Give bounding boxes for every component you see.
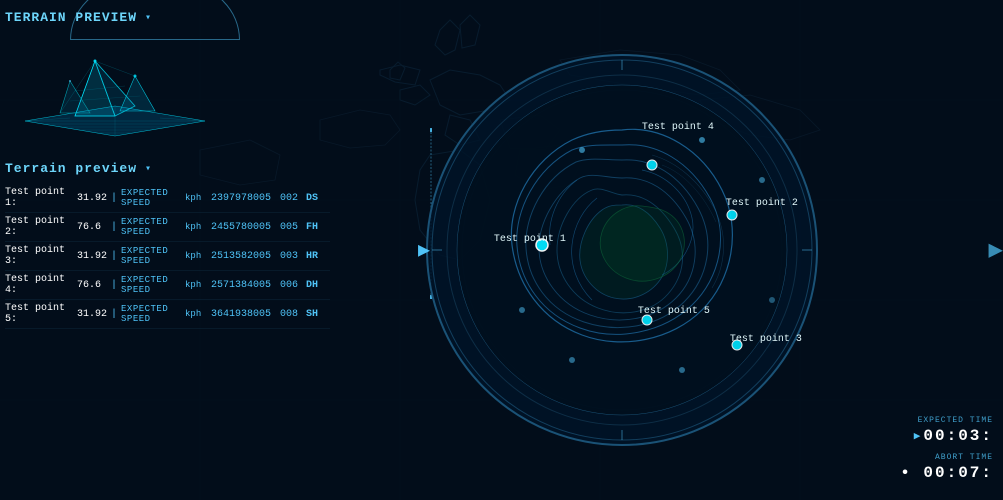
table-row: Test point 4: 76.6 | EXPECTED SPEED kph …	[5, 271, 330, 300]
seq-num-3: 006	[280, 280, 302, 291]
seq-num-4: 008	[280, 309, 302, 320]
code-3: DH	[306, 280, 318, 291]
table-row: Test point 1: 31.92 | EXPECTED SPEED kph…	[5, 184, 330, 213]
expected-label-4: EXPECTED SPEED	[121, 304, 181, 324]
expected-time-value: 00:03:	[923, 427, 993, 445]
expected-label-3: EXPECTED SPEED	[121, 275, 181, 295]
id-num-4: 3641938005	[211, 309, 276, 320]
point-name-0: Test point 1:	[5, 187, 73, 209]
abort-time-value: • 00:07:	[900, 464, 993, 482]
unit-0: kph	[185, 193, 207, 203]
test-point-labels-overlay: Test point 4 Test point 2 Test point 1 T…	[422, 50, 822, 450]
code-0: DS	[306, 193, 318, 204]
data-table: Test point 1: 31.92 | EXPECTED SPEED kph…	[5, 184, 330, 329]
code-1: FH	[306, 222, 318, 233]
id-num-3: 2571384005	[211, 280, 276, 291]
abort-time-section: ABORT TIME • 00:07:	[893, 453, 993, 482]
terrain-3d-preview	[15, 31, 215, 151]
seq-num-0: 002	[280, 193, 302, 204]
separator-2: |	[111, 251, 117, 262]
expected-time-section: EXPECTED TIME ▶ 00:03:	[893, 416, 993, 445]
expected-time-label: EXPECTED TIME	[893, 416, 993, 425]
speed-value-0: 31.92	[77, 193, 107, 204]
separator-1: |	[111, 222, 117, 233]
unit-4: kph	[185, 309, 207, 319]
data-section: Terrain preview ▾ Test point 1: 31.92 | …	[5, 161, 330, 329]
terrain-label-text-2: Terrain preview	[5, 161, 137, 176]
left-panel: Terrain preview ▾	[0, 0, 340, 500]
terrain-preview-label-1: Terrain preview ▾	[5, 10, 330, 25]
speed-value-3: 76.6	[77, 280, 107, 291]
speed-value-1: 76.6	[77, 222, 107, 233]
terrain-preview-label-2: Terrain preview ▾	[5, 161, 330, 176]
expected-label-1: EXPECTED SPEED	[121, 217, 181, 237]
terrain-label-text-1: Terrain preview	[5, 10, 137, 25]
id-num-0: 2397978005	[211, 193, 276, 204]
radar-label-tp5: Test point 5	[638, 306, 710, 317]
terrain-3d-svg	[15, 31, 215, 151]
code-2: HR	[306, 251, 318, 262]
unit-2: kph	[185, 251, 207, 261]
radar-label-tp1: Test point 1	[494, 234, 566, 245]
code-4: SH	[306, 309, 318, 320]
expected-label-2: EXPECTED SPEED	[121, 246, 181, 266]
point-name-2: Test point 3:	[5, 245, 73, 267]
seq-num-1: 005	[280, 222, 302, 233]
point-name-3: Test point 4:	[5, 274, 73, 296]
right-timing-panel: EXPECTED TIME ▶ 00:03: ABORT TIME • 00:0…	[883, 406, 1003, 500]
point-name-4: Test point 5:	[5, 303, 73, 325]
table-row: Test point 3: 31.92 | EXPECTED SPEED kph…	[5, 242, 330, 271]
unit-3: kph	[185, 280, 207, 290]
separator-4: |	[111, 309, 117, 320]
expected-label-0: EXPECTED SPEED	[121, 188, 181, 208]
seq-num-2: 003	[280, 251, 302, 262]
terrain-chevron-1[interactable]: ▾	[145, 12, 152, 24]
speed-value-4: 31.92	[77, 309, 107, 320]
unit-1: kph	[185, 222, 207, 232]
id-num-2: 2513582005	[211, 251, 276, 262]
table-row: Test point 5: 31.92 | EXPECTED SPEED kph…	[5, 300, 330, 329]
right-edge-arrow: ▶	[989, 235, 1003, 265]
abort-time-label: ABORT TIME	[893, 453, 993, 462]
separator-0: |	[111, 193, 117, 204]
table-row: Test point 2: 76.6 | EXPECTED SPEED kph …	[5, 213, 330, 242]
radar-label-tp4: Test point 4	[642, 122, 714, 133]
radar-label-tp3: Test point 3	[730, 334, 802, 345]
speed-value-2: 31.92	[77, 251, 107, 262]
point-name-1: Test point 2:	[5, 216, 73, 238]
id-num-1: 2455780005	[211, 222, 276, 233]
expected-time-icon: ▶	[914, 429, 921, 443]
terrain-chevron-2[interactable]: ▾	[145, 163, 152, 175]
radar-label-tp2: Test point 2	[726, 198, 798, 209]
separator-3: |	[111, 280, 117, 291]
